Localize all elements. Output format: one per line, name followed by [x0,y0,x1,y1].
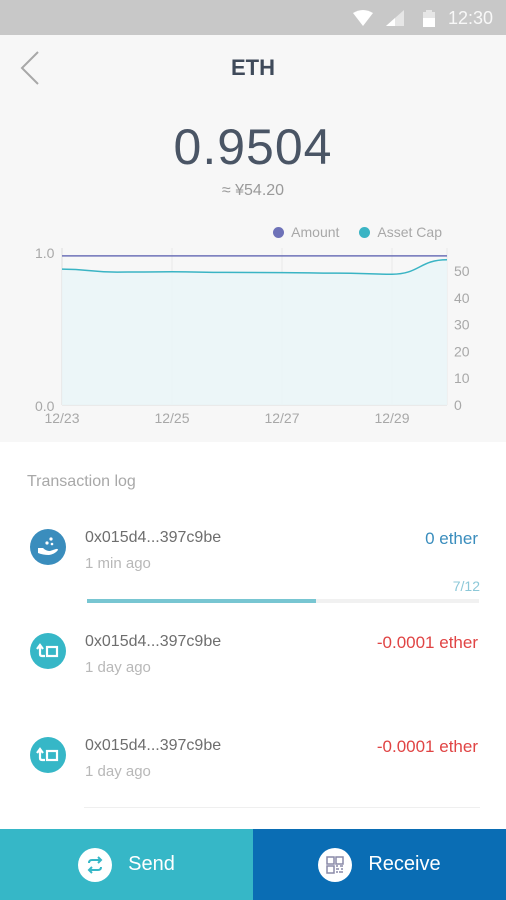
transaction-amount: -0.0001 ether [376,737,478,756]
x-axis-tick-label: 12/23 [44,410,79,426]
send-button[interactable]: Send [0,829,253,900]
send-out-icon [30,737,66,773]
right-axis-tick-label: 40 [454,290,470,306]
transaction-amount: -0.0001 ether [376,633,478,652]
right-axis-tick-label: 20 [454,343,470,359]
x-axis-tick-label: 12/29 [374,410,409,426]
transaction-log-title: Transaction log [27,473,136,490]
x-axis-tick-label: 12/25 [154,410,189,426]
transaction-time: 1 day ago [85,659,151,676]
receive-button[interactable]: Receive [253,829,506,900]
confirmation-count: 7/12 [452,578,480,594]
transaction-row[interactable]: 0x015d4...397c9be 1 min ago 0 ether 7/12 [0,529,506,619]
asset-cap-area [62,259,447,405]
balance-chart: 1.00.05040302010012/23 12/25 12/27 12/29 [35,245,470,426]
transaction-time: 1 min ago [85,555,151,572]
transaction-address: 0x015d4...397c9be [85,529,222,546]
send-out-icon [30,633,66,669]
transaction-time: 1 day ago [85,763,151,780]
receive-label: Receive [368,853,441,875]
confirmation-progress [87,599,479,603]
right-axis-tick-label: 30 [454,317,470,333]
send-label: Send [128,853,175,875]
asset-cap-series-line [61,258,448,275]
swap-icon [78,847,113,882]
confirmation-progress-fill [87,599,316,603]
action-bar: Send Receive [0,829,506,900]
transaction-address: 0x015d4...397c9be [85,633,222,650]
hand-receive-icon [30,529,66,565]
right-axis-tick-label: 50 [454,263,470,279]
transaction-address: 0x015d4...397c9be [85,737,222,754]
right-axis-tick-label: 10 [454,370,470,386]
qr-code-icon [318,847,353,882]
list-divider [84,807,480,808]
transaction-row[interactable]: 0x015d4...397c9be 1 day ago -0.0001 ethe… [0,737,506,827]
left-axis-tick-label: 1.0 [35,245,55,261]
x-axis-tick-label: 12/27 [264,410,299,426]
transaction-row[interactable]: 0x015d4...397c9be 1 day ago -0.0001 ethe… [0,633,506,723]
transaction-amount: 0 ether [425,529,478,548]
right-axis-tick-label: 0 [454,397,462,413]
